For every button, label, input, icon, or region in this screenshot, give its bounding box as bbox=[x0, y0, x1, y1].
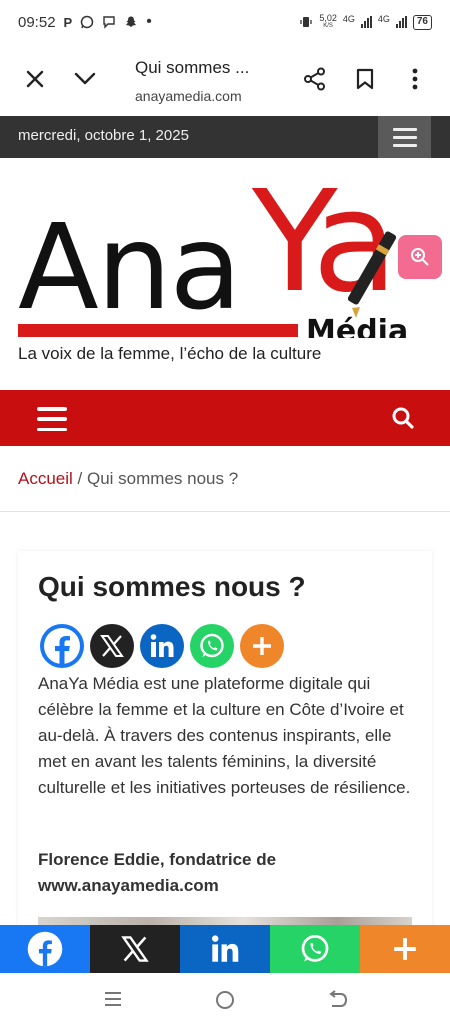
sim2-signal-icon bbox=[395, 16, 407, 28]
main-menu-button[interactable] bbox=[37, 407, 67, 431]
hamburger-icon bbox=[392, 127, 417, 131]
facebook-share-button[interactable] bbox=[40, 624, 84, 668]
x-share-button[interactable] bbox=[90, 624, 134, 668]
sim1-signal-icon bbox=[360, 16, 372, 28]
article-card: Qui sommes nous ? AnaYa Média est une pl… bbox=[18, 551, 432, 931]
page-tab-title: Qui sommes ... bbox=[135, 58, 250, 77]
site-tagline: La voix de la femme, l’écho de la cultur… bbox=[18, 344, 322, 363]
more-vertical-icon bbox=[412, 68, 418, 90]
sim1-label: 4G bbox=[342, 14, 355, 24]
facebook-icon bbox=[44, 628, 80, 664]
net-speed-value: 5,02 bbox=[319, 13, 337, 23]
chevron-down-icon bbox=[74, 72, 96, 85]
close-icon bbox=[26, 70, 44, 88]
search-icon bbox=[392, 407, 414, 429]
vibrate-icon bbox=[300, 17, 312, 27]
whatsapp-icon bbox=[200, 633, 224, 658]
bookmark-button[interactable] bbox=[350, 64, 380, 94]
article-signature: Florence Eddie, fondatrice de www.anayam… bbox=[38, 847, 418, 899]
x-icon bbox=[100, 635, 124, 657]
bookmark-icon bbox=[356, 68, 374, 90]
current-date: mercredi, octobre 1, 2025 bbox=[18, 127, 189, 144]
page-url[interactable]: anayamedia.com bbox=[135, 88, 242, 104]
sticky-facebook-button[interactable] bbox=[0, 925, 90, 973]
sticky-share-bar bbox=[0, 925, 450, 973]
sticky-x-button[interactable] bbox=[90, 925, 180, 973]
sim2-label: 4G bbox=[377, 14, 390, 24]
battery-indicator: 76 bbox=[412, 14, 432, 30]
close-tab-button[interactable] bbox=[20, 64, 50, 94]
more-notifications-dot: • bbox=[146, 13, 152, 30]
top-date-bar: mercredi, octobre 1, 2025 bbox=[0, 116, 450, 158]
article-body: AnaYa Média est une plateforme digitale … bbox=[38, 674, 411, 797]
whatsapp-notification-icon bbox=[80, 15, 94, 29]
x-icon bbox=[121, 936, 149, 962]
main-nav-bar bbox=[0, 390, 450, 446]
signature-author: Florence Eddie, fondatrice de bbox=[38, 850, 277, 869]
breadcrumb-home-link[interactable]: Accueil bbox=[18, 469, 73, 488]
home-button[interactable] bbox=[214, 989, 236, 1011]
logo-media: Média bbox=[306, 314, 408, 338]
facebook-icon bbox=[27, 931, 63, 967]
more-options-button[interactable] bbox=[400, 64, 430, 94]
divider bbox=[0, 511, 450, 512]
hamburger-icon bbox=[37, 407, 67, 411]
zoom-image-button[interactable] bbox=[398, 235, 442, 279]
logo-underline bbox=[18, 324, 298, 337]
sticky-more-button[interactable] bbox=[360, 925, 450, 973]
plus-icon bbox=[394, 938, 416, 960]
status-time: 09:52 bbox=[18, 13, 56, 31]
logo-graphic: Ana Ya Média bbox=[18, 161, 408, 349]
net-speed: 5,02 K/S bbox=[319, 14, 337, 30]
chat-notification-icon bbox=[103, 16, 115, 29]
system-navigation-bar bbox=[0, 973, 450, 1024]
home-circle-icon bbox=[216, 991, 234, 1009]
p-notification-icon: P bbox=[63, 14, 73, 30]
top-menu-button[interactable] bbox=[378, 116, 431, 158]
linkedin-icon bbox=[211, 935, 239, 962]
inline-share-buttons bbox=[40, 624, 284, 668]
linkedin-share-button[interactable] bbox=[140, 624, 184, 668]
whatsapp-icon bbox=[301, 935, 329, 962]
linkedin-icon bbox=[150, 634, 174, 657]
plus-icon bbox=[253, 637, 271, 655]
browser-toolbar: Qui sommes ... anayamedia.com bbox=[0, 44, 450, 116]
breadcrumb-separator: / bbox=[72, 469, 87, 488]
status-bar: 09:52 P • 5,02 K/S 4G 4G 76 bbox=[0, 0, 450, 44]
logo-ana: Ana bbox=[18, 198, 240, 336]
page-title: Qui sommes nous ? bbox=[38, 571, 306, 602]
logo-ya: Ya bbox=[251, 161, 392, 324]
back-button[interactable] bbox=[327, 990, 349, 1010]
recent-apps-icon bbox=[105, 992, 121, 1006]
zoom-in-icon bbox=[411, 248, 429, 266]
back-icon bbox=[329, 990, 348, 1007]
sticky-whatsapp-button[interactable] bbox=[270, 925, 360, 973]
signature-site: www.anayamedia.com bbox=[38, 876, 219, 895]
breadcrumb: Accueil / Qui sommes nous ? bbox=[18, 469, 238, 489]
snapchat-notification-icon bbox=[126, 16, 137, 27]
recent-apps-button[interactable] bbox=[103, 990, 123, 1008]
search-button[interactable] bbox=[390, 405, 416, 431]
whatsapp-share-button[interactable] bbox=[190, 624, 234, 668]
breadcrumb-current: Qui sommes nous ? bbox=[86, 469, 239, 488]
share-icon bbox=[304, 67, 325, 91]
net-speed-unit: K/S bbox=[323, 23, 333, 29]
more-share-button[interactable] bbox=[240, 624, 284, 668]
site-logo[interactable]: Ana Ya Média La voix de la femme, l’écho… bbox=[0, 158, 450, 390]
share-page-button[interactable] bbox=[300, 64, 330, 94]
sticky-linkedin-button[interactable] bbox=[180, 925, 270, 973]
collapse-button[interactable] bbox=[70, 64, 100, 94]
